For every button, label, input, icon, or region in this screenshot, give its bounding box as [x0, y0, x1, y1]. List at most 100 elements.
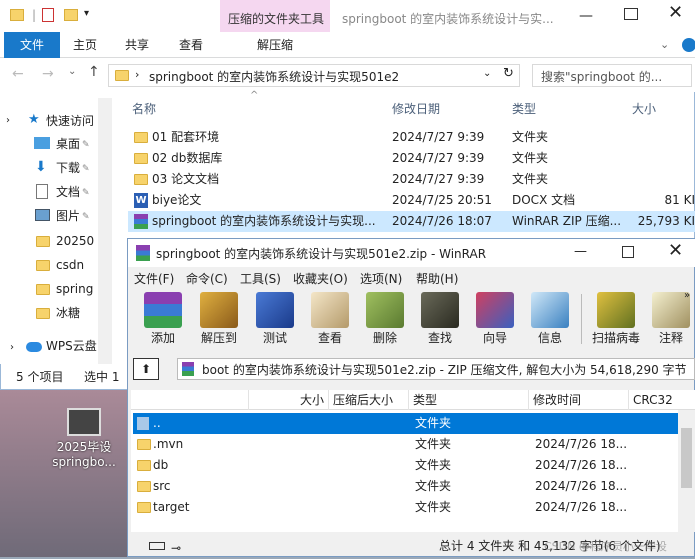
- sidebar-item-wps-cloud[interactable]: WPS云盘: [46, 335, 97, 357]
- column-date[interactable]: 修改日期: [392, 98, 440, 120]
- archive-row[interactable]: db 文件夹 2024/7/26 18...: [133, 455, 678, 476]
- new-folder-icon[interactable]: [64, 9, 78, 21]
- view-button[interactable]: 查看: [303, 290, 357, 348]
- menu-tools[interactable]: 工具(S): [240, 270, 281, 288]
- column-size[interactable]: 大小: [249, 390, 329, 410]
- folder-icon: [36, 308, 50, 319]
- recent-chevron-icon[interactable]: ⌄: [68, 66, 76, 77]
- sidebar-item-20250[interactable]: 20250: [56, 230, 94, 252]
- search-placeholder: 搜索"springboot 的...: [541, 70, 663, 84]
- menu-commands[interactable]: 命令(C): [186, 270, 228, 288]
- menu-favorites[interactable]: 收藏夹(O): [293, 270, 348, 288]
- properties-icon[interactable]: [42, 8, 54, 22]
- minimize-button[interactable]: —: [576, 8, 596, 24]
- file-row[interactable]: 03 论文文档 2024/7/27 9:39 文件夹: [128, 169, 695, 190]
- desktop-shortcut[interactable]: 2025毕设 springbo...: [44, 408, 124, 470]
- test-button[interactable]: 测试: [248, 290, 302, 348]
- ribbon-expand-icon[interactable]: ⌄: [660, 38, 669, 51]
- folder-icon: [137, 481, 151, 492]
- expand-chevron-icon[interactable]: ›: [10, 342, 14, 353]
- column-type[interactable]: 类型: [512, 98, 536, 120]
- chevron-down-icon[interactable]: ▾: [84, 8, 89, 19]
- maximize-button[interactable]: [624, 8, 638, 20]
- column-name[interactable]: 名称: [132, 98, 156, 120]
- find-label: 查找: [427, 331, 452, 345]
- refresh-icon[interactable]: ↻: [503, 66, 514, 81]
- sidebar-item-quick-access[interactable]: 快速访问: [46, 110, 94, 132]
- binoculars-icon: [421, 292, 459, 328]
- file-size: 25,793 KI: [637, 214, 695, 228]
- menu-help[interactable]: 帮助(H): [416, 270, 458, 288]
- menu-file[interactable]: 文件(F): [134, 270, 174, 288]
- column-size[interactable]: 大小: [632, 98, 656, 120]
- archive-row[interactable]: .mvn 文件夹 2024/7/26 18...: [133, 434, 678, 455]
- sidebar-item-desktop[interactable]: 桌面: [56, 133, 80, 155]
- help-icon[interactable]: [682, 38, 695, 52]
- toolbar-separator: [581, 294, 582, 344]
- sidebar-item-bingtang[interactable]: 冰糖: [56, 302, 80, 324]
- column-crc32[interactable]: CRC32: [629, 390, 695, 410]
- file-row[interactable]: W biye论文 2024/7/25 20:51 DOCX 文档 81 KI: [128, 190, 695, 211]
- delete-icon: [366, 292, 404, 328]
- extract-to-button[interactable]: 解压到: [192, 290, 246, 348]
- info-label: 信息: [537, 331, 562, 345]
- sidebar-item-downloads[interactable]: 下载: [56, 157, 80, 179]
- quick-access-toolbar[interactable]: | ▾: [10, 8, 100, 24]
- archive-row-name: ..: [153, 416, 161, 430]
- sidebar-item-pictures[interactable]: 图片: [56, 205, 80, 227]
- back-arrow-icon[interactable]: ←: [12, 66, 24, 82]
- sidebar-item-spring[interactable]: spring: [56, 278, 93, 300]
- file-row[interactable]: springboot 的室内装饰系统设计与实现... 2024/7/26 18:…: [128, 211, 695, 232]
- drive-icon: [149, 542, 165, 550]
- folder-icon: [115, 70, 129, 81]
- winrar-icon: [182, 362, 194, 376]
- column-name[interactable]: [131, 390, 249, 410]
- info-button[interactable]: 信息: [523, 290, 577, 348]
- menu-options[interactable]: 选项(N): [360, 270, 402, 288]
- key-icon: ⊸: [171, 541, 182, 555]
- close-button[interactable]: ✕: [668, 240, 683, 261]
- sidebar-item-csdn[interactable]: csdn: [56, 254, 84, 276]
- scan-virus-button[interactable]: 扫描病毒: [586, 290, 646, 348]
- pin-icon: ✎: [82, 188, 90, 198]
- find-button[interactable]: 查找: [413, 290, 467, 348]
- forward-arrow-icon[interactable]: →: [42, 66, 54, 82]
- archive-row[interactable]: src 文件夹 2024/7/26 18...: [133, 476, 678, 497]
- add-button[interactable]: 添加: [136, 290, 190, 348]
- picture-icon: [35, 209, 50, 221]
- close-button[interactable]: ✕: [668, 2, 683, 23]
- search-input[interactable]: 搜索"springboot 的...: [532, 64, 692, 87]
- address-bar[interactable]: › springboot 的室内装饰系统设计与实现501e2 ⌄ ↻: [108, 64, 520, 87]
- winrar-scrollbar[interactable]: [678, 410, 695, 532]
- up-folder-button[interactable]: ⬆: [133, 358, 159, 380]
- tab-view[interactable]: 查看: [168, 32, 214, 58]
- column-type[interactable]: 类型: [409, 390, 529, 410]
- file-type: DOCX 文档: [512, 193, 576, 207]
- column-packed-size[interactable]: 压缩后大小: [329, 390, 409, 410]
- file-row[interactable]: 01 配套环境 2024/7/27 9:39 文件夹: [128, 127, 695, 148]
- expand-chevron-icon[interactable]: ›: [6, 115, 10, 126]
- tab-home[interactable]: 主页: [62, 32, 108, 58]
- file-row[interactable]: 02 db数据库 2024/7/27 9:39 文件夹: [128, 148, 695, 169]
- scroll-thumb[interactable]: [681, 428, 692, 488]
- minimize-button[interactable]: —: [574, 244, 587, 259]
- archive-row[interactable]: .. 文件夹: [133, 413, 678, 434]
- path-dropdown[interactable]: boot 的室内装饰系统设计与实现501e2.zip - ZIP 压缩文件, 解…: [177, 358, 695, 380]
- sidebar-scrollbar[interactable]: [98, 98, 112, 364]
- tab-share[interactable]: 共享: [114, 32, 160, 58]
- address-dropdown-icon[interactable]: ⌄: [483, 68, 491, 79]
- archive-row[interactable]: target 文件夹 2024/7/26 18...: [133, 497, 678, 518]
- sidebar-item-documents[interactable]: 文档: [56, 181, 80, 203]
- maximize-button[interactable]: [622, 246, 634, 258]
- toolbar-overflow-icon[interactable]: »: [684, 290, 690, 301]
- tab-extract[interactable]: 解压缩: [240, 32, 310, 58]
- wizard-button[interactable]: 向导: [468, 290, 522, 348]
- delete-button[interactable]: 删除: [358, 290, 412, 348]
- column-modified[interactable]: 修改时间: [529, 390, 629, 410]
- archive-row-name: db: [153, 458, 169, 472]
- up-arrow-icon[interactable]: ↑: [88, 64, 100, 80]
- archive-row-type: 文件夹: [415, 479, 452, 493]
- desktop-shortcut-label: 2025毕设: [56, 440, 112, 454]
- tab-file[interactable]: 文件: [4, 32, 60, 58]
- desktop-shortcut-label: springbo...: [52, 455, 116, 469]
